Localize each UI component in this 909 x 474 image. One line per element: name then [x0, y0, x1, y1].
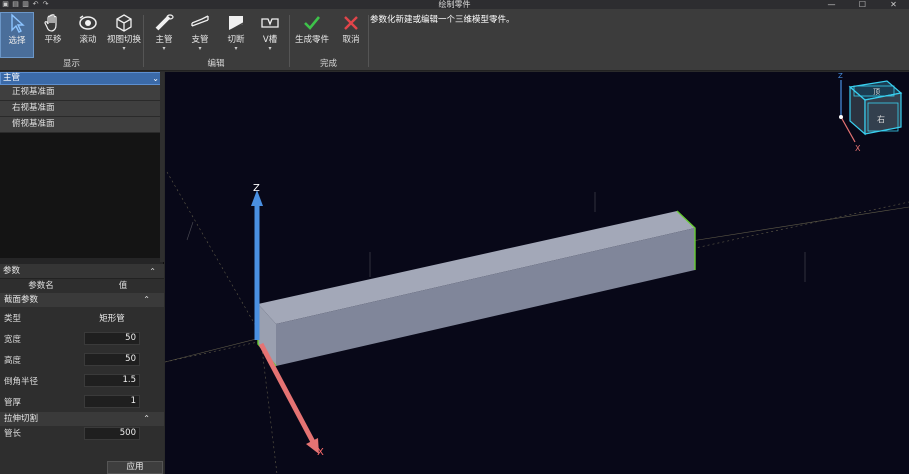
group-divider: [368, 15, 369, 67]
cube-view-icon: [116, 14, 132, 32]
view-cube-x-label: X: [855, 144, 861, 153]
param-name: 宽度: [4, 334, 22, 345]
chevron-down-icon: ▾: [122, 45, 126, 52]
z-axis-label: Z: [253, 183, 260, 194]
view-switch-button[interactable]: 视图切换 ▾: [106, 12, 142, 58]
scene: Z X 顶 右 Z X: [165, 72, 909, 474]
param-name: 高度: [4, 355, 22, 366]
pan-button[interactable]: 平移: [36, 12, 70, 58]
param-name: 管厚: [4, 397, 22, 408]
params-section-header[interactable]: 参数 ⌃: [0, 264, 164, 279]
hand-icon: [44, 14, 57, 32]
minimize-button[interactable]: —: [816, 0, 847, 9]
3d-viewport[interactable]: Z X 顶 右 Z X: [165, 72, 909, 474]
rectangular-pipe[interactable]: [257, 210, 696, 367]
type-select[interactable]: 矩形管: [84, 312, 140, 324]
status-message: 参数化新建或编辑一个三维模型零件。: [370, 15, 515, 25]
branch-pipe-button[interactable]: 支管 ▾: [183, 12, 217, 58]
ribbon-toolbar: 选择 平移 滚动 视图切换 ▾ 主管 ▾ 支管 ▾ 切断 ▾ V槽 ▾ 生成零件: [0, 9, 909, 71]
chevron-up-icon: ⌃: [149, 267, 156, 276]
view-cube-top-label: 顶: [873, 88, 880, 96]
pan-label: 平移: [44, 35, 62, 45]
select-button[interactable]: 选择: [0, 12, 34, 58]
extrude-section-title: 拉伸切割: [4, 414, 39, 424]
param-row-length: 管长 500: [0, 426, 164, 440]
chevron-down-icon: ▾: [198, 45, 202, 52]
select-label: 选择: [8, 36, 26, 46]
extrude-section-header[interactable]: 拉伸切割 ⌃: [0, 412, 164, 426]
cut-button[interactable]: 切断 ▾: [219, 12, 253, 58]
group-label-display: 显示: [62, 59, 80, 69]
orbit-button[interactable]: 滚动: [71, 12, 105, 58]
param-name: 管长: [4, 429, 22, 439]
thickness-input[interactable]: 1: [84, 395, 140, 408]
length-input[interactable]: 500: [84, 426, 140, 440]
col-value: 值: [118, 281, 128, 291]
window-controls: — ☐ ✕: [816, 0, 909, 9]
view-cube-right-label: 右: [877, 114, 885, 124]
width-input[interactable]: 50: [84, 332, 140, 345]
window-title: 绘制零件: [438, 0, 471, 9]
chevron-up-icon: ⌃: [143, 295, 150, 304]
apply-button[interactable]: 应用: [107, 461, 163, 474]
chevron-up-icon: ⌃: [143, 414, 150, 423]
left-panel: 主管 ⌄ 正视基准面 右视基准面 俯视基准面 参数 ⌃ 参数名 值 截面参数 ⌃…: [0, 72, 164, 474]
chevron-down-icon: ▾: [162, 45, 166, 52]
cursor-icon: [11, 13, 25, 33]
fillet-radius-input[interactable]: 1.5: [84, 374, 140, 387]
cancel-label: 取消: [342, 35, 360, 45]
cancel-button[interactable]: 取消: [334, 12, 368, 58]
view-cube-z-label: Z: [838, 72, 843, 80]
chevron-down-icon: ⌄: [152, 74, 159, 83]
param-row-thickness: 管厚 1: [0, 391, 164, 412]
tree-item-front-plane[interactable]: 正视基准面: [0, 85, 163, 101]
chevron-down-icon: ▾: [268, 45, 272, 52]
main-pipe-button[interactable]: 主管 ▾: [147, 12, 181, 58]
params-section-title: 参数: [3, 266, 21, 276]
tree-empty-area: [0, 133, 163, 258]
title-bar: ▣ ▤ ▥ ↶ ↷ 绘制零件 — ☐ ✕: [0, 0, 909, 9]
branch-pipe-icon: [191, 15, 209, 27]
profile-section-header[interactable]: 截面参数 ⌃: [0, 293, 164, 307]
param-row-fillet: 倒角半径 1.5: [0, 370, 164, 391]
params-column-header: 参数名 值: [0, 279, 164, 293]
generate-part-button[interactable]: 生成零件: [292, 12, 332, 58]
param-row-type: 类型 矩形管: [0, 307, 164, 328]
tree-header[interactable]: 主管 ⌄: [0, 72, 163, 85]
chevron-down-icon: ▾: [234, 45, 238, 52]
profile-section-title: 截面参数: [4, 295, 39, 305]
generate-part-label: 生成零件: [294, 35, 329, 45]
group-label-edit: 编辑: [207, 59, 225, 69]
param-row-height: 高度 50: [0, 349, 164, 370]
tree-item-top-plane[interactable]: 俯视基准面: [0, 117, 163, 133]
orbit-label: 滚动: [79, 35, 97, 45]
param-name: 倒角半径: [4, 376, 39, 387]
col-param-name: 参数名: [28, 281, 54, 291]
param-row-width: 宽度 50: [0, 328, 164, 349]
main-pipe-icon: [155, 14, 174, 31]
tree-item-right-plane[interactable]: 右视基准面: [0, 101, 163, 117]
maximize-button[interactable]: ☐: [847, 0, 878, 9]
scrollbar[interactable]: [160, 72, 164, 262]
check-icon: [304, 16, 321, 30]
cut-icon: [226, 16, 246, 33]
cancel-icon: [344, 16, 358, 30]
height-input[interactable]: 50: [84, 353, 140, 366]
properties-panel: 参数 ⌃ 参数名 值 截面参数 ⌃ 类型 矩形管 宽度 50 高度 50 倒角半…: [0, 264, 164, 474]
close-button[interactable]: ✕: [878, 0, 909, 9]
x-axis-label: X: [317, 447, 324, 458]
v-groove-button[interactable]: V槽 ▾: [253, 12, 287, 58]
group-label-finish: 完成: [319, 59, 337, 69]
param-name: 类型: [4, 313, 22, 324]
view-cube[interactable]: 顶 右 Z X: [838, 72, 903, 153]
v-groove-icon: [261, 18, 279, 28]
tree-header-label: 主管: [3, 73, 21, 83]
rotate-eye-icon: [79, 15, 97, 30]
